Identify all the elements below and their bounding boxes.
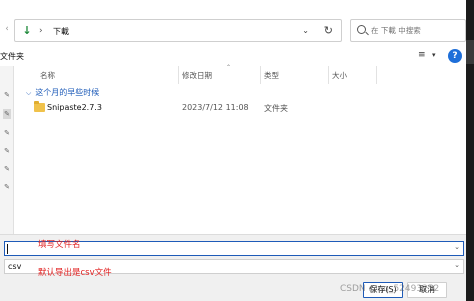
column-divider[interactable] (376, 66, 377, 84)
chevron-down-icon[interactable]: ⌄ (454, 261, 460, 269)
refresh-icon[interactable]: ↻ (324, 23, 333, 38)
search-icon (357, 25, 366, 34)
chevron-down-icon: ⌵ (26, 89, 32, 97)
pin-icon[interactable]: ✎ (3, 146, 11, 156)
column-header-date[interactable]: 修改日期 (182, 70, 212, 81)
text-caret (7, 244, 8, 254)
file-list: ⌃ 名称 修改日期 类型 大小 ⌵ 这个月的早些时候 Snipaste2.7.3 … (14, 64, 466, 234)
file-type-value: csv (8, 262, 22, 271)
scrollbar[interactable] (466, 0, 474, 301)
toolbar: 文件夹 ≡ ▾ ? (0, 49, 474, 65)
column-divider[interactable] (328, 66, 329, 84)
navigation-pane: ✎ ✎ ✎ ✎ ✎ ✎ (0, 66, 14, 234)
scrollbar-thumb[interactable] (466, 40, 474, 64)
pin-icon[interactable]: ✎ (3, 109, 11, 119)
file-type: 文件夹 (264, 104, 288, 113)
annotation-filename: 填写文件名 (38, 240, 81, 250)
group-header[interactable]: ⌵ 这个月的早些时候 (26, 87, 99, 98)
address-bar[interactable]: ↓ › 下載 ⌄ ↻ (14, 19, 342, 42)
search-input[interactable] (371, 23, 461, 38)
pin-icon[interactable]: ✎ (3, 164, 11, 174)
search-box[interactable] (350, 19, 466, 42)
annotation-file-type: 默认导出是csv文件 (38, 268, 112, 278)
column-divider[interactable] (178, 66, 179, 84)
sort-caret-icon: ⌃ (226, 64, 232, 71)
column-divider[interactable] (260, 66, 261, 84)
folder-icon (34, 101, 45, 112)
breadcrumb-downloads[interactable]: 下載 (53, 25, 69, 38)
group-label: 这个月的早些时候 (35, 88, 100, 97)
chevron-down-icon[interactable]: ▾ (432, 51, 436, 59)
column-header-size[interactable]: 大小 (332, 70, 347, 81)
pin-icon[interactable]: ✎ (3, 128, 11, 138)
file-name: Snipaste2.7.3 (47, 103, 102, 112)
save-button[interactable]: 保存(S) (363, 282, 403, 298)
help-icon[interactable]: ? (448, 49, 462, 63)
download-icon: ↓ (22, 24, 32, 37)
pin-icon[interactable]: ✎ (3, 182, 11, 192)
breadcrumb-separator: › (39, 26, 43, 36)
cancel-button[interactable]: 取消 (407, 282, 447, 298)
file-date: 2023/7/12 11:08 (182, 103, 249, 112)
save-panel: ⌄ 填写文件名 csv ⌄ 默认导出是csv文件 保存(S) 取消 CSDN @… (0, 234, 466, 301)
chevron-down-icon[interactable]: ⌄ (302, 24, 309, 38)
column-header-type[interactable]: 类型 (264, 70, 279, 81)
pin-icon[interactable]: ✎ (3, 90, 11, 100)
new-folder-button[interactable]: 文件夹 (0, 51, 24, 62)
view-menu-icon[interactable]: ≡ (418, 50, 426, 60)
chevron-down-icon[interactable]: ⌄ (454, 243, 460, 251)
column-header-name[interactable]: 名称 (40, 70, 55, 81)
list-item[interactable]: Snipaste2.7.3 2023/7/12 11:08 文件夹 (34, 101, 464, 116)
